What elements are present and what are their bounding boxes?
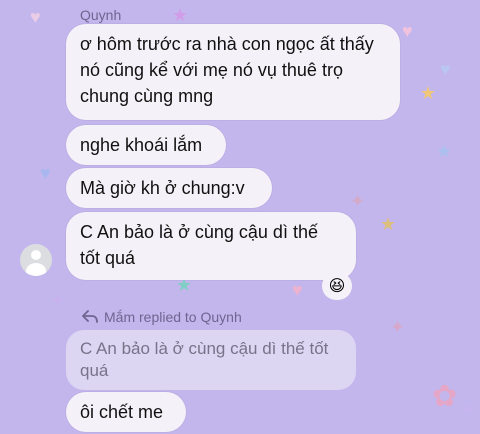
star-sticker: ★ xyxy=(380,214,397,234)
star-sticker: ★ xyxy=(172,5,189,25)
reply-arrow-icon xyxy=(82,310,98,323)
message-bubble[interactable]: Mà giờ kh ở chung:v xyxy=(66,168,272,208)
avatar-body xyxy=(26,263,46,276)
avatar-head xyxy=(31,250,41,260)
sender-name: Quynh xyxy=(80,7,122,23)
sparkle-sticker: ✦ xyxy=(390,317,406,337)
heart-sticker: ♥ xyxy=(440,59,451,79)
reply-label-text: Mắm replied to Quynh xyxy=(104,309,242,325)
heart-sticker: ♥ xyxy=(30,7,41,27)
flower-sticker: ✿ xyxy=(432,380,458,413)
laughing-emoji: 😆 xyxy=(328,278,346,295)
sparkle-sticker: ✦ xyxy=(350,191,366,211)
message-bubble[interactable]: C An bảo là ở cùng cậu dì thế tốt quá xyxy=(66,212,356,280)
sparkle-sticker: ✦ xyxy=(460,399,476,419)
star-sticker: ★ xyxy=(420,83,437,103)
heart-sticker: ♥ xyxy=(40,163,51,183)
reply-label: Mắm replied to Quynh xyxy=(82,309,242,325)
default-avatar-icon[interactable] xyxy=(20,244,52,276)
reaction-badge[interactable]: 😆 xyxy=(322,272,352,300)
message-bubble[interactable]: ơ hôm trước ra nhà con ngọc ất thấy nó c… xyxy=(66,24,400,120)
message-bubble[interactable]: nghe khoái lắm xyxy=(66,125,226,165)
sparkle-sticker: ✦ xyxy=(50,291,66,311)
heart-sticker: ♥ xyxy=(402,21,413,41)
message-bubble[interactable]: ôi chết me xyxy=(66,392,186,432)
heart-sticker: ♥ xyxy=(292,280,303,300)
quoted-message[interactable]: C An bảo là ở cùng cậu dì thế tốt quá xyxy=(66,330,356,390)
star-sticker: ★ xyxy=(436,141,453,161)
